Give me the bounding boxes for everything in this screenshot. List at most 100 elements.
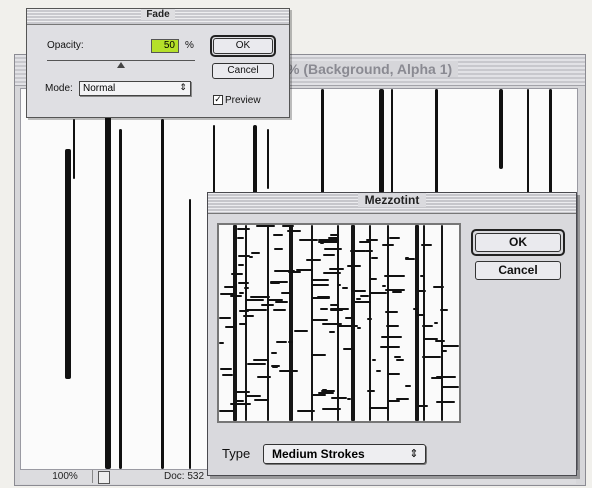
opacity-input[interactable]: 50 (151, 39, 179, 53)
preview-stroke (238, 264, 244, 266)
preview-stroke (225, 326, 234, 328)
opacity-unit: % (185, 40, 194, 51)
preview-stroke (380, 346, 388, 348)
preview-stroke (360, 295, 369, 297)
preview-stroke (435, 340, 445, 342)
type-label: Type (222, 446, 251, 461)
canvas-stroke (391, 89, 393, 193)
preview-stroke (322, 408, 341, 410)
preview-stroke (384, 275, 405, 277)
preview-stroke (324, 248, 342, 250)
preview-stroke (254, 399, 269, 401)
preview-stroke (289, 225, 293, 421)
preview-stroke (282, 225, 294, 227)
preview-stroke (273, 234, 283, 236)
canvas-stroke (321, 89, 324, 193)
preview-stroke (269, 299, 273, 301)
canvas-stroke (253, 125, 257, 195)
preview-stroke (271, 365, 280, 367)
document-title: % (Background, Alpha 1) (281, 61, 459, 77)
preview-stroke (421, 244, 432, 246)
canvas-stroke (73, 119, 75, 179)
preview-stroke (371, 257, 378, 259)
preview-stroke (236, 391, 250, 393)
preview-stroke (389, 237, 400, 239)
fade-titlebar[interactable]: Fade (27, 9, 289, 25)
preview-stroke (299, 239, 318, 241)
document-info[interactable]: Doc: 532 (164, 470, 204, 483)
preview-stroke (257, 376, 271, 378)
preview-stroke (347, 398, 351, 400)
preview-stroke (311, 354, 326, 356)
preview-stroke (250, 296, 270, 298)
preview-stroke (354, 301, 371, 303)
preview-stroke (350, 250, 366, 252)
document-icon[interactable] (98, 471, 110, 484)
preview-stroke (246, 299, 264, 301)
preview-stroke (219, 410, 234, 412)
preview-stroke (276, 341, 287, 343)
preview-stroke (330, 234, 339, 236)
preview-stroke (239, 310, 249, 312)
fade-cancel-button[interactable]: Cancel (212, 63, 274, 79)
mezzotint-preview[interactable] (217, 223, 461, 423)
fade-ok-button[interactable]: OK (213, 38, 273, 54)
opacity-slider-track[interactable] (47, 60, 195, 61)
preview-stroke (405, 258, 415, 260)
preview-stroke (281, 292, 290, 294)
preview-stroke (436, 376, 456, 378)
preview-stroke (231, 273, 243, 275)
preview-stroke (237, 237, 244, 239)
preview-stroke (243, 315, 254, 317)
canvas-stroke (379, 89, 384, 193)
preview-stroke (381, 336, 402, 338)
mezzotint-ok-button[interactable]: OK (475, 233, 561, 252)
preview-stroke (261, 304, 274, 306)
preview-stroke (322, 389, 327, 391)
preview-stroke (394, 356, 401, 358)
preview-stroke (219, 317, 231, 319)
preview-stroke (329, 331, 335, 333)
preview-stroke (345, 317, 352, 319)
preview-stroke (343, 348, 354, 350)
preview-stroke (246, 309, 267, 311)
preview-stroke (288, 341, 293, 343)
preview-stroke (422, 356, 441, 358)
preview-stroke (270, 282, 280, 284)
preview-stroke (323, 254, 335, 256)
updown-arrows-icon: ⇕ (409, 447, 419, 460)
preview-stroke (256, 225, 275, 227)
preview-stroke (387, 346, 400, 348)
opacity-slider-thumb[interactable] (117, 62, 125, 68)
preview-stroke (385, 289, 405, 291)
preview-stroke (441, 225, 443, 421)
preview-stroke (251, 252, 260, 254)
preview-stroke (376, 370, 381, 372)
mezzotint-cancel-button[interactable]: Cancel (475, 261, 561, 280)
preview-stroke (356, 298, 361, 300)
preview-checkbox[interactable]: ✓ (213, 95, 223, 105)
mode-select[interactable]: Normal ⇕ (79, 81, 191, 96)
canvas-stroke (161, 119, 164, 469)
preview-stroke (388, 400, 400, 402)
type-select-value: Medium Strokes (272, 447, 365, 461)
type-select[interactable]: Medium Strokes ⇕ (263, 444, 426, 464)
preview-stroke (370, 278, 377, 280)
canvas-stroke (119, 129, 122, 469)
preview-stroke (219, 342, 224, 344)
preview-stroke (318, 241, 339, 243)
preview-stroke (330, 304, 338, 306)
preview-stroke (415, 225, 419, 421)
opacity-label: Opacity: (47, 40, 84, 51)
preview-stroke (224, 286, 234, 288)
preview-stroke (420, 275, 424, 277)
zoom-level-field[interactable]: 100% (38, 470, 93, 483)
preview-stroke (322, 323, 342, 325)
preview-label[interactable]: Preview (225, 95, 261, 106)
preview-stroke (387, 373, 400, 375)
fade-title: Fade (141, 9, 175, 20)
preview-stroke (236, 400, 244, 402)
mezzotint-titlebar[interactable]: Mezzotint (208, 193, 576, 214)
preview-stroke (311, 279, 329, 281)
preview-stroke (244, 287, 249, 289)
